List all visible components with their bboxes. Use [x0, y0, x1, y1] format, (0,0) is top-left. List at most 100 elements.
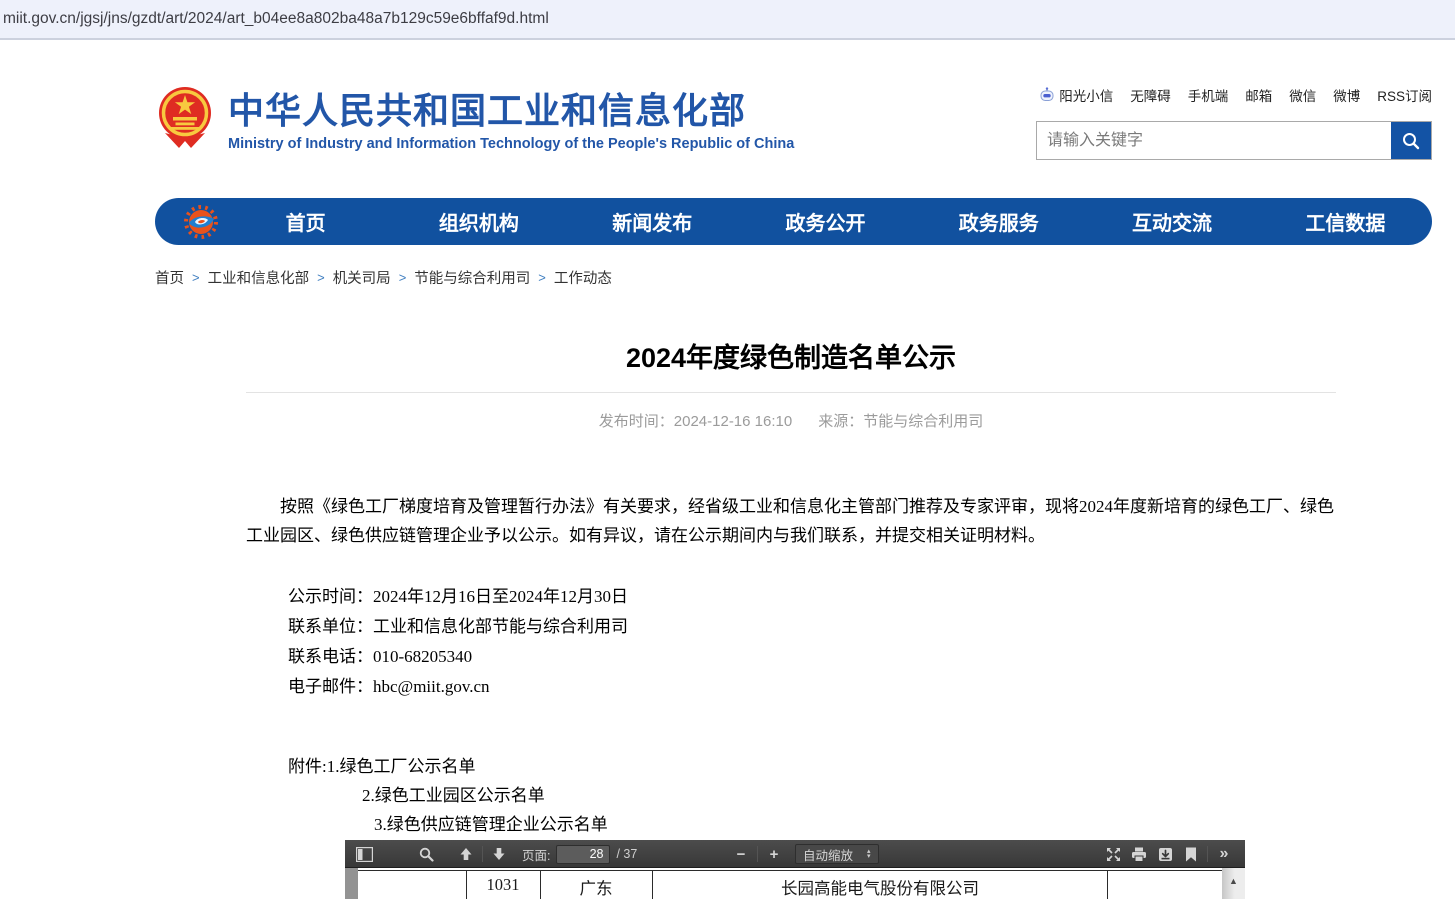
zoom-mode-select[interactable]: 自动缩放 ▴ ▾	[795, 844, 879, 864]
crumb-separator: >	[192, 270, 200, 285]
page-label: 页面:	[522, 845, 550, 864]
arrow-up-icon	[459, 847, 473, 861]
contact-info: 公示时间：2024年12月16日至2024年12月30日 联系单位：工业和信息化…	[288, 582, 1336, 702]
pdf-page: 1031 广东 长园高能电气股份有限公司	[358, 868, 1222, 899]
crumb-current: 工作动态	[554, 267, 612, 288]
find-button[interactable]	[413, 840, 439, 868]
download-button[interactable]	[1152, 840, 1178, 868]
table-border	[652, 870, 653, 899]
article-title: 2024年度绿色制造名单公示	[246, 338, 1336, 378]
more-tools-button[interactable]: »	[1211, 840, 1237, 868]
quick-link-label: 手机端	[1188, 85, 1229, 105]
toolbar-divider	[1207, 846, 1208, 862]
attachment-2: 2.绿色工业园区公示名单	[362, 781, 1336, 810]
previous-page-button[interactable]	[453, 840, 479, 868]
pdf-scrollbar[interactable]: ▲	[1222, 868, 1245, 899]
page-total: / 37	[616, 847, 637, 861]
miit-gear-logo-icon	[183, 204, 219, 240]
site-logo[interactable]: 中华人民共和国工业和信息化部 Ministry of Industry and …	[158, 86, 794, 156]
sidebar-toggle-icon	[356, 847, 373, 862]
row-number-cell: 1031	[487, 875, 520, 895]
table-border	[358, 870, 1222, 871]
quick-links: 阳光小信 无障碍 手机端 邮箱 微信 微博 RSS订阅	[1039, 85, 1432, 105]
nav-item-news[interactable]: 新闻发布	[566, 207, 739, 236]
zoom-in-button[interactable]: +	[761, 840, 787, 868]
site-title: 中华人民共和国工业和信息化部	[228, 90, 794, 132]
title-divider	[246, 392, 1336, 393]
fullscreen-icon	[1106, 847, 1121, 862]
nav-item-gov-open[interactable]: 政务公开	[739, 207, 912, 236]
search-input[interactable]	[1037, 122, 1391, 159]
article-meta: 发布时间：2024-12-16 16:10 来源：节能与综合利用司	[246, 410, 1336, 431]
attachments-list: 附件:1.绿色工厂公示名单 2.绿色工业园区公示名单 3.绿色供应链管理企业公示…	[288, 752, 1336, 839]
quick-link-label: 无障碍	[1130, 85, 1171, 105]
national-emblem-icon	[158, 86, 212, 156]
next-page-button[interactable]	[486, 840, 512, 868]
pdf-toolbar: 页面: / 37 − + 自动缩放 ▴ ▾	[345, 840, 1245, 868]
page-number-input[interactable]	[556, 845, 610, 864]
quick-link-accessibility[interactable]: 无障碍	[1130, 85, 1171, 105]
quick-link-label: 微博	[1333, 85, 1360, 105]
quick-link-label: 阳光小信	[1059, 85, 1113, 105]
scroll-up-icon[interactable]: ▲	[1222, 868, 1245, 886]
province-cell: 广东	[580, 875, 613, 899]
pdf-content-area: 1031 广东 长园高能电气股份有限公司 ▲	[345, 868, 1245, 899]
find-magnifier-icon	[419, 847, 434, 862]
assistant-robot-icon	[1039, 87, 1055, 103]
zoom-out-button[interactable]: −	[728, 840, 754, 868]
zoom-mode-value: 自动缩放	[803, 845, 853, 864]
browser-url-bar[interactable]: miit.gov.cn/jgsj/jns/gzdt/art/2024/art_b…	[0, 0, 1455, 40]
pdf-viewer: 页面: / 37 − + 自动缩放 ▴ ▾	[345, 840, 1245, 899]
source-value: 节能与综合利用司	[863, 413, 983, 430]
print-button[interactable]	[1126, 840, 1152, 868]
printer-icon	[1131, 847, 1147, 862]
attachment-3: 3.绿色供应链管理企业公示名单	[374, 810, 1336, 839]
quick-link-wechat[interactable]: 微信	[1289, 85, 1316, 105]
nav-item-home[interactable]: 首页	[219, 207, 392, 236]
download-icon	[1158, 847, 1173, 862]
quick-link-assistant[interactable]: 阳光小信	[1039, 85, 1113, 105]
quick-link-label: 微信	[1289, 85, 1316, 105]
nav-item-organization[interactable]: 组织机构	[392, 207, 565, 236]
crumb-departments[interactable]: 机关司局	[333, 267, 391, 288]
bookmark-button[interactable]	[1178, 840, 1204, 868]
quick-link-weibo[interactable]: 微博	[1333, 85, 1360, 105]
table-border	[466, 870, 467, 899]
crumb-miit[interactable]: 工业和信息化部	[208, 267, 310, 288]
public-notice-period: 公示时间：2024年12月16日至2024年12月30日	[288, 582, 1336, 612]
contact-email: 电子邮件：hbc@miit.gov.cn	[288, 672, 1336, 702]
article-paragraph: 按照《绿色工厂梯度培育及管理暂行办法》有关要求，经省级工业和信息化主管部门推荐及…	[246, 492, 1336, 550]
nav-miit-logo[interactable]	[155, 204, 219, 240]
quick-link-label: 邮箱	[1245, 85, 1272, 105]
quick-link-rss[interactable]: RSS订阅	[1377, 85, 1432, 105]
crumb-energy-dept[interactable]: 节能与综合利用司	[414, 267, 530, 288]
bookmark-icon	[1185, 847, 1197, 862]
table-border	[1107, 870, 1108, 899]
nav-item-gov-service[interactable]: 政务服务	[912, 207, 1085, 236]
select-arrows-icon: ▴ ▾	[867, 849, 871, 859]
site-subtitle: Ministry of Industry and Information Tec…	[228, 136, 794, 152]
attachment-1: 附件:1.绿色工厂公示名单	[288, 752, 1336, 781]
site-search	[1036, 121, 1432, 160]
toolbar-divider	[482, 846, 483, 862]
quick-link-mobile[interactable]: 手机端	[1188, 85, 1229, 105]
source-label: 来源：	[818, 413, 863, 430]
toolbar-divider	[757, 846, 758, 862]
table-border	[540, 870, 541, 899]
article: 2024年度绿色制造名单公示 发布时间：2024-12-16 16:10 来源：节…	[246, 330, 1336, 839]
quick-link-label: RSS订阅	[1377, 85, 1432, 105]
crumb-home[interactable]: 首页	[155, 267, 184, 288]
publish-time: 2024-12-16 16:10	[674, 413, 792, 430]
search-button[interactable]	[1391, 122, 1431, 159]
quick-link-mail[interactable]: 邮箱	[1245, 85, 1272, 105]
site-header: 中华人民共和国工业和信息化部 Ministry of Industry and …	[0, 42, 1455, 198]
search-icon	[1401, 131, 1421, 151]
publish-time-label: 发布时间：	[599, 413, 674, 430]
nav-item-interaction[interactable]: 互动交流	[1085, 207, 1258, 236]
presentation-mode-button[interactable]	[1100, 840, 1126, 868]
sidebar-toggle-button[interactable]	[351, 840, 377, 868]
page-url[interactable]: miit.gov.cn/jgsj/jns/gzdt/art/2024/art_b…	[3, 10, 549, 28]
contact-unit: 联系单位：工业和信息化部节能与综合利用司	[288, 612, 1336, 642]
nav-item-data[interactable]: 工信数据	[1259, 207, 1432, 236]
company-cell: 长园高能电气股份有限公司	[781, 875, 979, 899]
